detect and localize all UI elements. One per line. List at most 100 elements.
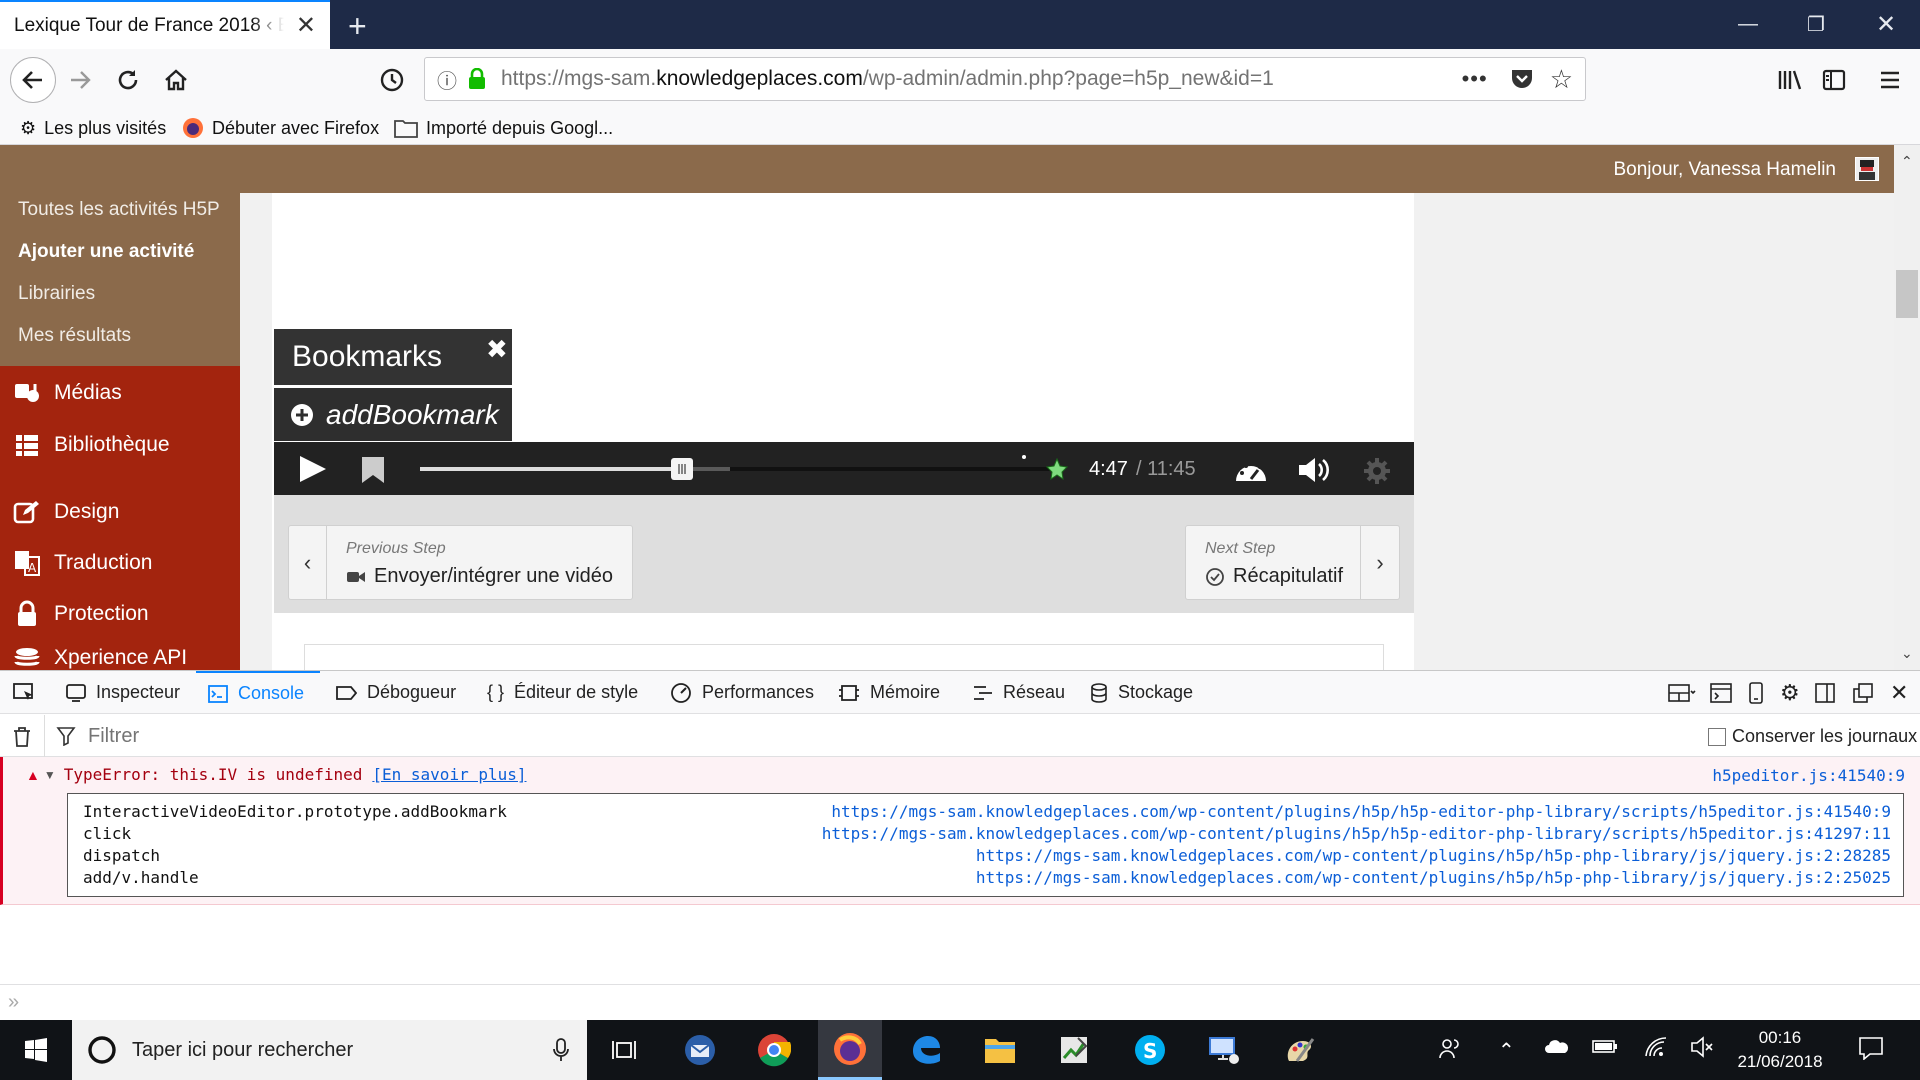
taskbar-edge[interactable] [894,1020,958,1080]
split-console-button[interactable] [1668,671,1696,714]
taskbar-file-explorer[interactable] [968,1020,1032,1080]
taskbar-thunderbird[interactable] [668,1020,732,1080]
persist-logs-toggle[interactable]: Conserver les journaux [1708,726,1917,747]
stack-frame-link[interactable]: https://mgs-sam.knowledgeplaces.com/wp-c… [831,802,1891,821]
expand-toggle-icon[interactable]: ▼ [44,768,56,782]
taskbar-remote-desktop[interactable] [1192,1020,1256,1080]
people-icon[interactable] [1438,1036,1462,1060]
stack-frame-link[interactable]: https://mgs-sam.knowledgeplaces.com/wp-c… [976,846,1891,865]
playback-speed-button[interactable] [1233,455,1269,485]
address-bar[interactable]: ⓘ https://mgs-sam.knowledgeplaces.com/wp… [424,57,1586,101]
submenu-add-activity[interactable]: Ajouter une activité [18,241,194,263]
star-marker-icon[interactable] [1046,458,1068,480]
menu-item-design[interactable]: Design [12,494,119,530]
devtools-settings-button[interactable]: ⚙ [1780,671,1800,714]
chevron-up-icon[interactable]: ⌃ [1498,1038,1515,1063]
responsive-mode-button[interactable] [1748,671,1764,714]
minimize-window-button[interactable]: — [1714,0,1782,49]
taskbar-notepad-app[interactable] [1042,1020,1106,1080]
stack-frame-link[interactable]: https://mgs-sam.knowledgeplaces.com/wp-c… [822,824,1891,843]
persist-logs-checkbox[interactable] [1708,727,1726,746]
battery-icon[interactable] [1592,1036,1618,1056]
tab-inspector[interactable]: Inspecteur [66,671,180,714]
wifi-icon[interactable] [1644,1036,1668,1058]
menu-item-media[interactable]: Médias [12,375,122,411]
menu-button[interactable] [1872,62,1908,98]
taskbar-skype[interactable]: S [1118,1020,1182,1080]
wp-admin-bar [0,145,1894,193]
clear-console-button[interactable] [12,726,32,748]
previous-step-button[interactable]: ‹ Previous Step Envoyer/intégrer une vid… [288,525,633,600]
onedrive-icon[interactable] [1544,1036,1570,1056]
next-step-button[interactable]: Next Step Récapitulatif › [1185,525,1400,600]
info-icon[interactable]: ⓘ [437,65,457,94]
seek-handle[interactable] [671,458,693,480]
new-tab-icon[interactable]: + [348,8,367,45]
history-button[interactable] [374,62,410,98]
browser-tab[interactable]: Lexique Tour de France 2018 ‹ Edit ✕ [0,0,330,49]
tab-style-editor[interactable]: { } Éditeur de style [487,671,638,714]
scratchpad-button[interactable] [1710,671,1732,714]
taskbar-paint[interactable] [1268,1020,1332,1080]
console-filter-input[interactable] [88,721,688,751]
volume-muted-icon[interactable] [1690,1036,1714,1058]
user-greeting[interactable]: Bonjour, Vanessa Hamelin [1614,159,1837,181]
submenu-all-activities[interactable]: Toutes les activités H5P [18,199,220,221]
submenu-libraries[interactable]: Librairies [18,283,95,305]
stack-frame-link[interactable]: https://mgs-sam.knowledgeplaces.com/wp-c… [976,868,1891,887]
system-clock[interactable]: 00:16 21/06/2018 [1725,1026,1835,1074]
start-button[interactable] [0,1020,72,1080]
dock-side-button[interactable] [1815,671,1835,714]
submenu-my-results[interactable]: Mes résultats [18,325,131,347]
volume-button[interactable] [1297,455,1331,485]
add-bookmark-button[interactable]: addBookmark [274,388,512,441]
tab-console[interactable]: Console [196,671,320,714]
taskbar-firefox[interactable] [818,1020,882,1080]
menu-item-protection[interactable]: Protection [12,596,149,632]
back-button[interactable] [10,57,56,103]
tab-network[interactable]: Réseau [973,671,1065,714]
close-tab-icon[interactable]: ✕ [296,11,316,40]
page-actions-icon[interactable]: ••• [1462,66,1488,92]
tab-performance[interactable]: Performances [670,671,814,714]
page-scrollbar-thumb[interactable] [1896,270,1918,318]
bookmark-most-visited[interactable]: ⚙ Les plus visités [20,116,166,140]
close-devtools-button[interactable]: ✕ [1890,671,1908,714]
close-window-button[interactable]: ✕ [1852,0,1920,49]
avatar[interactable] [1855,157,1879,181]
menu-item-library[interactable]: Bibliothèque [12,427,170,463]
bookmarks-button[interactable] [360,455,386,485]
error-location-link[interactable]: h5peditor.js:41540:9 [1712,766,1905,785]
reload-button[interactable] [110,62,146,98]
close-icon[interactable]: ✖ [486,334,508,365]
tab-debugger[interactable]: Débogueur [335,671,456,714]
star-icon[interactable]: ☆ [1550,64,1573,95]
console-input[interactable]: » [0,984,1920,1020]
taskbar-chrome[interactable] [742,1020,806,1080]
pocket-icon[interactable] [1510,68,1534,90]
menu-item-xapi[interactable]: Xperience API [12,646,187,670]
page-scrollbar[interactable]: ⌃ ⌄ [1894,145,1920,670]
error-header[interactable]: ▲ ▼ TypeError: this.IV is undefined [En … [26,765,527,784]
taskbar-search[interactable]: Taper ici pour rechercher [72,1020,587,1080]
sidebar-toggle-button[interactable] [1816,62,1852,98]
bookmark-imported-folder[interactable]: Importé depuis Googl... [394,116,613,140]
play-button[interactable] [296,453,328,485]
tab-memory[interactable]: Mémoire [838,671,940,714]
library-button[interactable] [1772,62,1808,98]
clock-date: 21/06/2018 [1737,1052,1823,1071]
learn-more-link[interactable]: [En savoir plus] [372,765,526,784]
menu-item-translation[interactable]: A Traduction [12,545,152,581]
notifications-icon[interactable] [1858,1036,1884,1060]
forward-button[interactable] [62,62,98,98]
stack-frame-function: click [83,824,132,843]
home-button[interactable] [158,62,194,98]
restore-window-button[interactable]: ❐ [1782,0,1850,49]
tab-storage[interactable]: Stockage [1090,671,1193,714]
check-circle-icon [1206,567,1224,586]
bookmark-getting-started[interactable]: Débuter avec Firefox [182,116,379,140]
undock-button[interactable] [1853,671,1873,714]
task-view-button[interactable] [592,1020,656,1080]
element-picker-button[interactable] [12,671,36,714]
settings-button[interactable] [1362,456,1392,486]
